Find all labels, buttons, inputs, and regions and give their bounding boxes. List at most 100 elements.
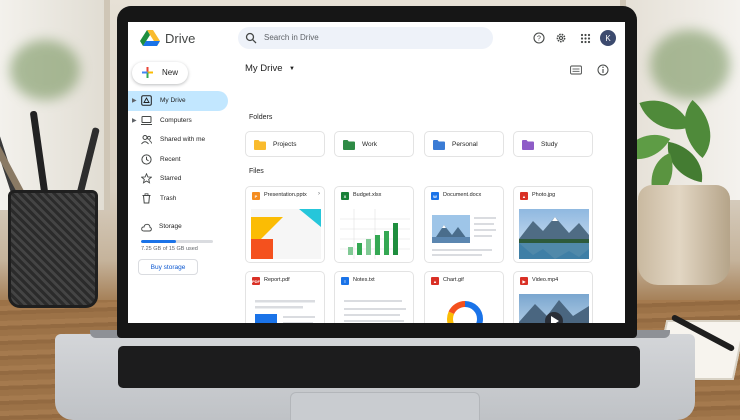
svg-text:?: ? — [537, 36, 541, 43]
text-file-icon: ≡ — [341, 277, 349, 285]
chevron-right-icon[interactable]: ▶ — [132, 97, 137, 104]
sidebar-item-computers[interactable]: ▶ Computers — [128, 111, 228, 131]
pdf-thumbnail — [251, 294, 321, 323]
storage-title: Storage — [159, 223, 182, 230]
storage-used-text: 7.25 GB of 15 GB used — [141, 246, 198, 252]
avatar[interactable]: K — [600, 30, 616, 46]
list-view-icon[interactable] — [570, 64, 582, 76]
folder-card[interactable]: Work — [334, 131, 414, 157]
top-bar: Drive Search in Drive ? K — [128, 22, 625, 55]
sidebar-item-my-drive[interactable]: ▶ My Drive — [128, 91, 228, 111]
storage-section[interactable]: Storage 7.25 GB of 15 GB used — [141, 221, 221, 252]
file-name: Photo.jpg — [532, 192, 556, 198]
file-name: Video.mp4 — [532, 277, 559, 283]
file-card[interactable]: ▲ Photo.jpg — [513, 186, 593, 263]
chevron-down-icon[interactable]: ▼ — [289, 66, 295, 72]
apps-grid-icon[interactable] — [578, 31, 592, 45]
storage-bar — [141, 240, 213, 243]
doc-thumbnail — [430, 209, 500, 259]
image-file-icon: ▲ — [520, 192, 528, 200]
sidebar-item-recent[interactable]: Recent — [128, 150, 228, 170]
file-name: Document.docx — [443, 192, 482, 198]
folder-name: Work — [362, 141, 378, 148]
folder-icon — [343, 140, 355, 150]
laptop-trackpad — [290, 392, 480, 420]
search-input[interactable]: Search in Drive — [264, 33, 319, 42]
new-button[interactable]: New — [132, 62, 188, 84]
clock-icon — [141, 153, 152, 165]
folder-icon — [254, 140, 266, 150]
video-thumbnail — [519, 294, 589, 323]
trash-icon — [142, 192, 151, 203]
chevron-right-icon[interactable]: ▶ — [132, 117, 137, 124]
sidebar-item-label: Shared with me — [160, 136, 206, 144]
sidebar-item-label: Starred — [160, 175, 182, 183]
laptop-keyboard — [118, 346, 640, 388]
folder-icon — [522, 140, 534, 150]
gear-icon[interactable] — [554, 31, 568, 45]
folder-name: Projects — [273, 141, 297, 148]
file-card-header: ▲ Chart.gif — [425, 272, 503, 290]
file-card[interactable]: ▲ Chart.gif — [424, 271, 504, 323]
donut-chart-thumbnail — [430, 294, 500, 323]
video-file-icon: ▶ — [520, 277, 528, 285]
app-name: Drive — [165, 31, 196, 46]
computer-icon — [141, 115, 152, 125]
drive-logo-icon — [140, 30, 160, 46]
slides-file-icon: P — [252, 192, 260, 200]
file-name: Presentation.pptx — [264, 192, 307, 198]
files-heading: Files — [249, 168, 264, 175]
sidebar-item-label: Trash — [160, 194, 177, 202]
sheet-thumbnail — [340, 209, 410, 259]
file-name: Notes.txt — [353, 277, 375, 283]
photo-thumbnail — [519, 209, 589, 259]
folder-name: Study — [541, 141, 558, 148]
file-card[interactable]: ▶ Video.mp4 — [513, 271, 593, 323]
folders-heading: Folders — [249, 114, 273, 121]
file-card-header: P Presentation.pptx › — [246, 187, 324, 205]
file-name: Budget.xlsx — [353, 192, 382, 198]
my-drive-icon — [141, 95, 152, 106]
gif-file-icon: ▲ — [431, 277, 439, 285]
main-content: My Drive ▼ Folders Projects Work Persona… — [238, 55, 625, 323]
storage-bar-fill — [141, 240, 176, 243]
laptop-screen: Drive Search in Drive ? K New ▶ My Drive… — [128, 22, 625, 323]
file-card-header: ▲ Photo.jpg — [514, 187, 592, 205]
chevron-right-icon[interactable]: › — [318, 191, 320, 197]
folder-name: Personal — [452, 141, 478, 148]
plant-pot — [638, 185, 730, 285]
sidebar-item-trash[interactable]: Trash — [128, 189, 228, 209]
sidebar-item-starred[interactable]: Starred — [128, 169, 228, 189]
pen-holder — [8, 190, 98, 308]
folder-card[interactable]: Personal — [424, 131, 504, 157]
people-icon — [141, 135, 152, 145]
storage-header[interactable]: Storage — [141, 221, 221, 233]
folder-icon — [433, 140, 445, 150]
sidebar-item-label: Recent — [160, 155, 181, 163]
slides-thumbnail — [251, 209, 321, 259]
file-card-header: ▶ Video.mp4 — [514, 272, 592, 290]
cloud-icon — [141, 223, 152, 232]
file-card[interactable]: W Document.docx — [424, 186, 504, 263]
file-name: Chart.gif — [443, 277, 464, 283]
file-card[interactable]: ≡ Notes.txt — [334, 271, 414, 323]
new-button-label: New — [162, 68, 179, 77]
search-box[interactable]: Search in Drive — [238, 27, 493, 49]
file-name: Report.pdf — [264, 277, 290, 283]
file-card[interactable]: PDF Report.pdf — [245, 271, 325, 323]
sidebar-item-label: My Drive — [160, 97, 186, 105]
sidebar-item-shared[interactable]: Shared with me — [128, 130, 228, 150]
buy-storage-button[interactable]: Buy storage — [138, 259, 198, 275]
background-plant — [10, 40, 80, 100]
folder-card[interactable]: Study — [513, 131, 593, 157]
folder-card[interactable]: Projects — [245, 131, 325, 157]
file-card[interactable]: P Presentation.pptx › — [245, 186, 325, 263]
plus-icon — [142, 67, 153, 78]
info-icon[interactable] — [597, 64, 609, 76]
file-card-header: PDF Report.pdf — [246, 272, 324, 290]
file-card-header: W Document.docx — [425, 187, 503, 205]
help-icon[interactable]: ? — [532, 31, 546, 45]
file-card-header: ≡ Notes.txt — [335, 272, 413, 290]
file-card[interactable]: X Budget.xlsx — [334, 186, 414, 263]
page-title[interactable]: My Drive — [245, 63, 282, 74]
